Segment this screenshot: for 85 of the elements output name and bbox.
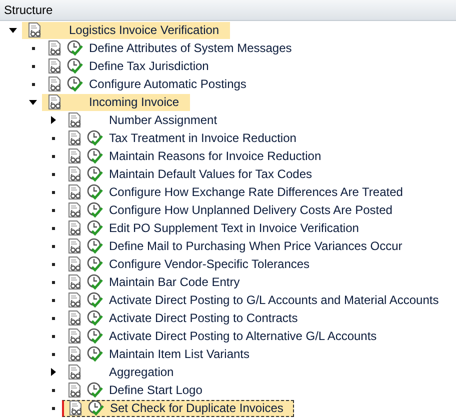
document-glasses-icon <box>67 238 83 254</box>
tree-item[interactable]: Configure How Exchange Rate Differences Are Treated <box>62 184 414 200</box>
document-glasses-icon <box>67 382 83 398</box>
collapse-arrow-icon[interactable] <box>49 368 57 376</box>
document-glasses-icon <box>67 346 83 362</box>
tree-item[interactable]: Maintain Default Values for Tax Codes <box>62 166 323 182</box>
collapse-arrow-icon[interactable] <box>49 116 57 124</box>
document-glasses-icon <box>67 166 83 182</box>
clock-check-icon[interactable] <box>87 310 103 326</box>
tree-item[interactable]: Activate Direct Posting to Contracts <box>62 310 309 326</box>
expand-arrow-icon[interactable] <box>29 98 37 106</box>
tree-item[interactable]: Activate Direct Posting to Alternative G/L Accounts <box>62 328 388 344</box>
tree-item[interactable]: Maintain Reasons for Invoice Reduction <box>62 148 332 164</box>
tree-item[interactable]: Define Tax Jurisdiction <box>42 58 220 74</box>
document-glasses-icon <box>47 58 63 74</box>
panel-title: Structure <box>4 3 53 17</box>
bullet-icon <box>52 172 54 176</box>
document-glasses-icon <box>67 220 83 236</box>
tree-item[interactable]: Edit PO Supplement Text in Invoice Verification <box>62 220 370 236</box>
tree-item[interactable]: Set Check for Duplicate Invoices <box>62 400 294 416</box>
clock-check-icon[interactable] <box>88 400 104 416</box>
document-glasses-icon <box>67 256 83 272</box>
clock-check-icon[interactable] <box>87 328 103 344</box>
bullet-icon <box>52 208 54 212</box>
expand-arrow-icon[interactable] <box>9 26 17 34</box>
tree-item[interactable]: Define Mail to Purchasing When Price Variances Occur <box>62 238 414 254</box>
clock-check-icon[interactable] <box>67 40 83 56</box>
clock-check-icon[interactable] <box>87 346 103 362</box>
bullet-icon <box>52 406 54 410</box>
document-glasses-icon <box>67 274 83 290</box>
document-glasses-icon <box>67 112 83 128</box>
clock-check-icon[interactable] <box>87 382 103 398</box>
tree-item[interactable]: Configure Vendor-Specific Tolerances <box>62 256 321 272</box>
tree-item[interactable]: Maintain Item List Variants <box>62 346 261 362</box>
document-glasses-icon <box>67 184 83 200</box>
tree-item[interactable]: Aggregation <box>62 364 185 380</box>
bullet-icon <box>52 298 54 302</box>
clock-check-icon[interactable] <box>87 166 103 182</box>
tree-item[interactable]: Tax Treatment in Invoice Reduction <box>62 130 308 146</box>
clock-check-icon[interactable] <box>87 292 103 308</box>
document-glasses-icon <box>67 148 83 164</box>
bullet-icon <box>32 46 34 50</box>
tree-item[interactable]: Logistics Invoice Verification <box>22 22 230 38</box>
clock-check-icon[interactable] <box>87 256 103 272</box>
document-glasses-icon <box>67 202 83 218</box>
document-glasses-icon <box>67 310 83 326</box>
tree-item[interactable]: Incoming Invoice <box>42 94 190 110</box>
bullet-icon <box>32 64 34 68</box>
bullet-icon <box>52 334 54 338</box>
bullet-icon <box>52 226 54 230</box>
document-glasses-icon <box>27 22 43 38</box>
clock-check-icon[interactable] <box>87 202 103 218</box>
document-glasses-icon <box>47 76 63 92</box>
clock-check-icon[interactable] <box>67 58 83 74</box>
tree-item[interactable]: Define Attributes of System Messages <box>42 40 303 56</box>
clock-check-icon[interactable] <box>87 274 103 290</box>
document-glasses-icon <box>67 292 83 308</box>
bullet-icon <box>52 352 54 356</box>
document-glasses-icon <box>67 364 83 380</box>
tree-item[interactable]: Number Assignment <box>62 112 228 128</box>
clock-check-icon[interactable] <box>67 76 83 92</box>
clock-check-icon[interactable] <box>87 130 103 146</box>
tree-item[interactable]: Maintain Bar Code Entry <box>62 274 251 290</box>
clock-check-icon[interactable] <box>87 184 103 200</box>
bullet-icon <box>52 136 54 140</box>
document-glasses-icon <box>67 328 83 344</box>
clock-check-icon[interactable] <box>87 238 103 254</box>
bullet-icon <box>52 262 54 266</box>
bullet-icon <box>32 82 34 86</box>
document-glasses-icon <box>47 94 63 110</box>
bullet-icon <box>52 280 54 284</box>
clock-check-icon[interactable] <box>87 148 103 164</box>
bullet-icon <box>52 388 54 392</box>
bullet-icon <box>52 244 54 248</box>
document-glasses-icon <box>47 40 63 56</box>
bullet-icon <box>52 190 54 194</box>
tree-item[interactable]: Configure Automatic Postings <box>42 76 258 92</box>
bullet-icon <box>52 154 54 158</box>
document-glasses-icon <box>68 400 84 416</box>
tree-item[interactable]: Define Start Logo <box>62 382 214 398</box>
tree-item[interactable]: Activate Direct Posting to G/L Accounts and Material Accounts <box>62 292 450 308</box>
tree-item[interactable]: Configure How Unplanned Delivery Costs Are Posted <box>62 202 404 218</box>
bullet-icon <box>52 316 54 320</box>
document-glasses-icon <box>67 130 83 146</box>
clock-check-icon[interactable] <box>87 220 103 236</box>
